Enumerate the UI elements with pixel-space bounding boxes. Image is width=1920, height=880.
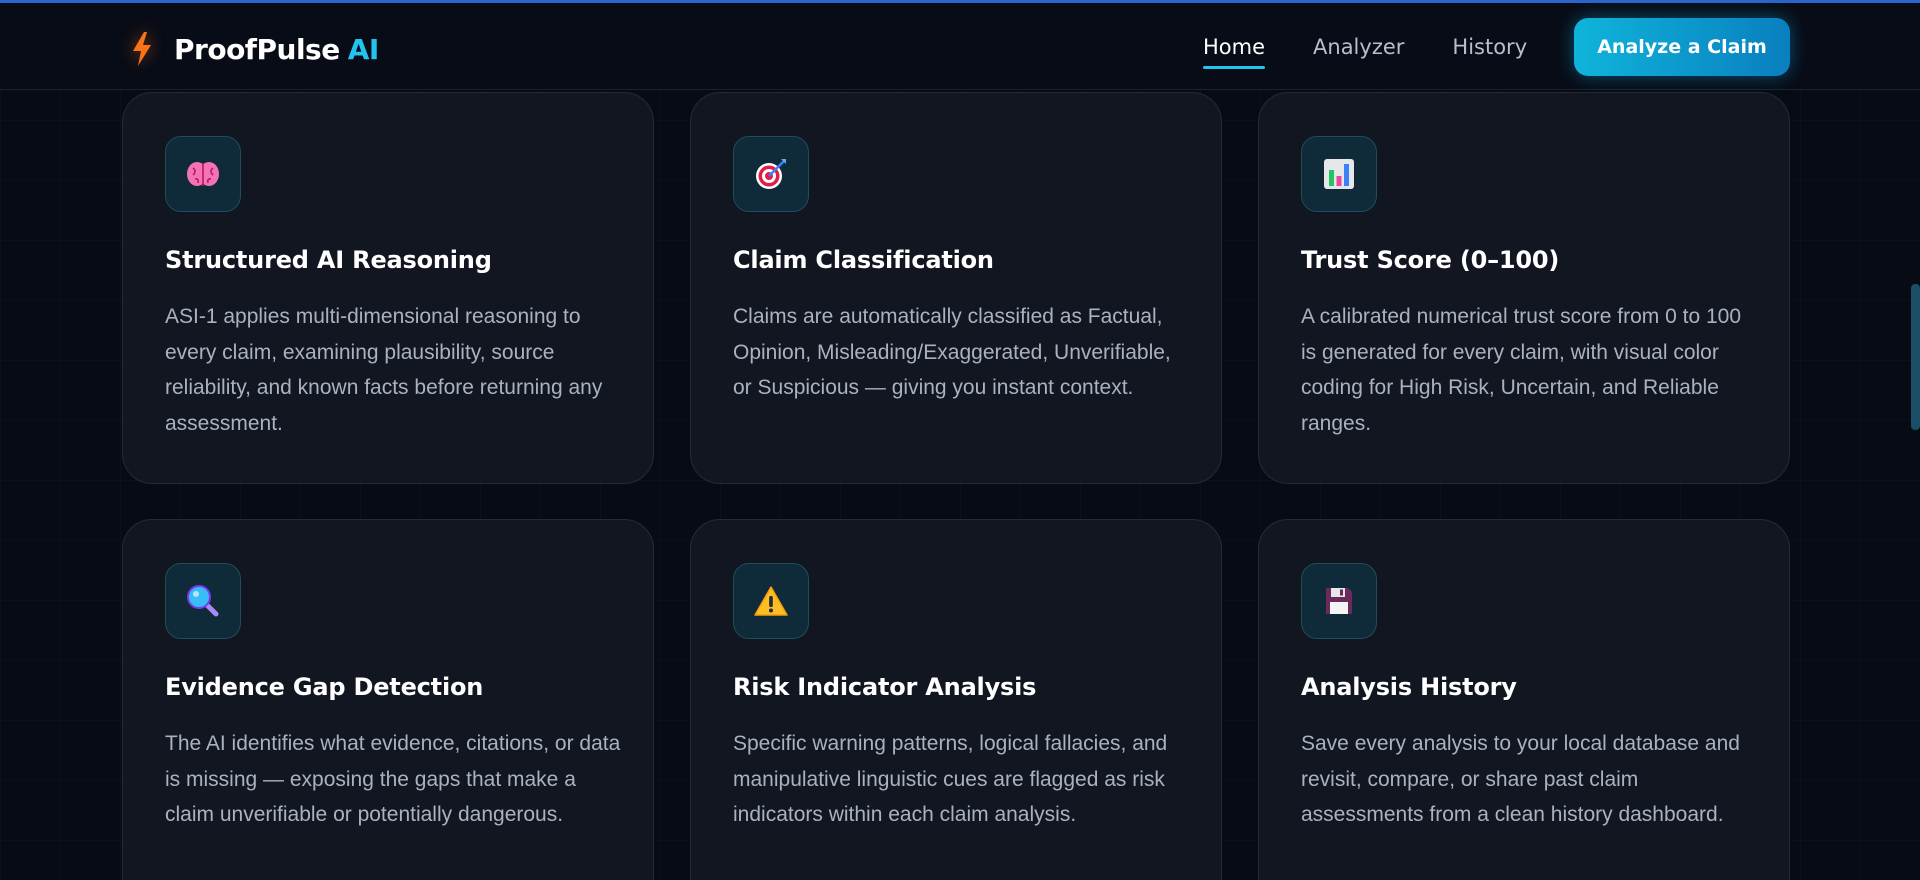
feature-description: Save every analysis to your local databa… bbox=[1301, 732, 1740, 826]
feature-title: Risk Indicator Analysis bbox=[733, 673, 1037, 701]
brain-icon bbox=[165, 136, 241, 212]
nav-link-analyzer[interactable]: Analyzer bbox=[1313, 35, 1404, 59]
feature-card-trust-score: Trust Score (0–100) A calibrated numeric… bbox=[1258, 92, 1790, 484]
nav-link-home[interactable]: Home bbox=[1203, 35, 1266, 69]
nav-links: Home Analyzer History bbox=[1203, 3, 1575, 90]
brand-name: ProofPulse AI bbox=[174, 33, 379, 66]
feature-description: The AI identifies what evidence, citatio… bbox=[165, 732, 621, 826]
feature-title: Claim Classification bbox=[733, 246, 994, 274]
feature-description: A calibrated numerical trust score from … bbox=[1301, 305, 1742, 435]
magnifier-icon bbox=[165, 563, 241, 639]
feature-card-claim-classification: Claim Classification Claims are automati… bbox=[690, 92, 1222, 484]
feature-title: Evidence Gap Detection bbox=[165, 673, 484, 701]
feature-card-risk-indicator: Risk Indicator Analysis Specific warning… bbox=[690, 519, 1222, 880]
scrollbar-thumb[interactable] bbox=[1911, 284, 1920, 430]
feature-description: Claims are automatically classified as F… bbox=[733, 305, 1171, 399]
feature-description: ASI-1 applies multi-dimensional reasonin… bbox=[165, 305, 603, 435]
target-icon bbox=[733, 136, 809, 212]
bar-chart-icon bbox=[1301, 136, 1377, 212]
lightning-bolt-icon bbox=[130, 31, 154, 67]
analyze-claim-button[interactable]: Analyze a Claim bbox=[1574, 18, 1790, 76]
feature-card-analysis-history: Analysis History Save every analysis to … bbox=[1258, 519, 1790, 880]
brand-logo[interactable]: ProofPulse AI bbox=[130, 29, 379, 69]
floppy-disk-icon bbox=[1301, 563, 1377, 639]
feature-title: Structured AI Reasoning bbox=[165, 246, 492, 274]
feature-title: Analysis History bbox=[1301, 673, 1517, 701]
feature-title: Trust Score (0–100) bbox=[1301, 246, 1560, 274]
brand-accent-text: AI bbox=[347, 32, 380, 66]
navbar: ProofPulse AI Home Analyzer History Analy… bbox=[0, 3, 1920, 90]
feature-card-structured-reasoning: Structured AI Reasoning ASI-1 applies mu… bbox=[122, 92, 654, 484]
feature-description: Specific warning patterns, logical falla… bbox=[733, 732, 1168, 826]
brand-name-text: ProofPulse bbox=[174, 32, 340, 66]
warning-icon bbox=[733, 563, 809, 639]
nav-link-history[interactable]: History bbox=[1452, 35, 1527, 59]
feature-card-evidence-gap: Evidence Gap Detection The AI identifies… bbox=[122, 519, 654, 880]
